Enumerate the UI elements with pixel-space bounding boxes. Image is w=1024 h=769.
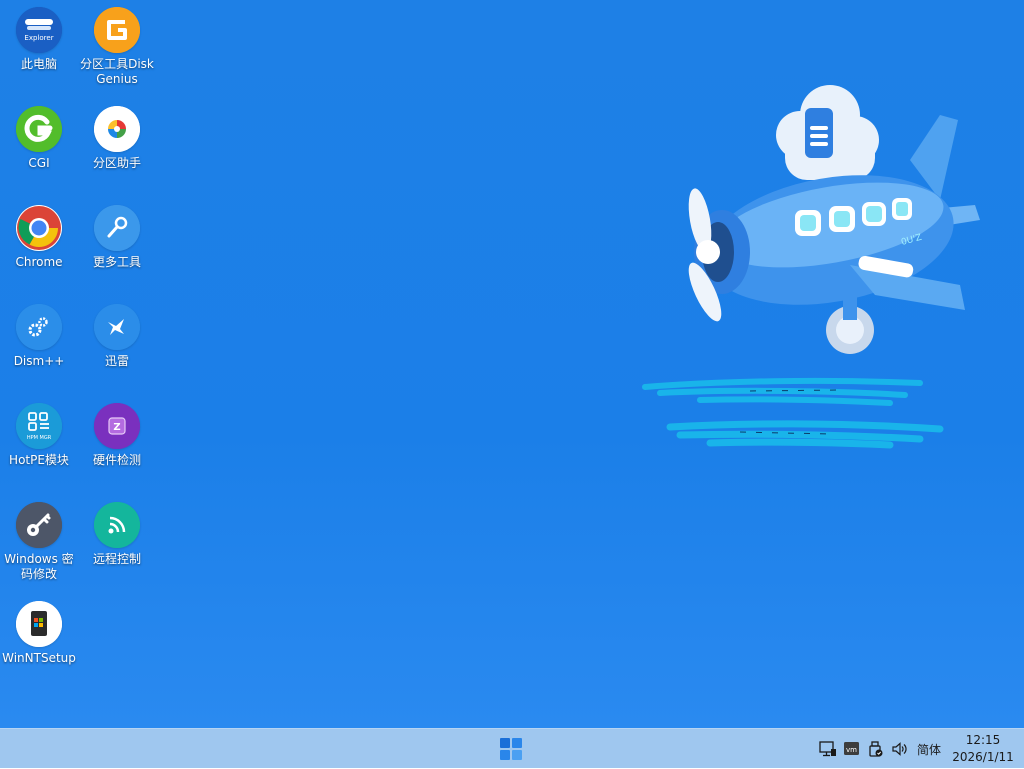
windows-start-icon	[500, 738, 522, 760]
redaction-scribble	[642, 377, 944, 449]
winntsetup-icon	[16, 601, 62, 647]
gears-icon	[16, 304, 62, 350]
explorer-icon: Explorer	[16, 7, 62, 53]
desktop-icon-label: WinNTSetup	[2, 651, 76, 665]
clock-time: 12:15	[965, 733, 1001, 747]
desktop-icon-chrome[interactable]: Chrome	[0, 198, 78, 270]
network-icon[interactable]	[818, 739, 838, 759]
explorer-badge-text: Explorer	[24, 34, 53, 42]
taskbar-clock[interactable]: 12:15 2026/1/11	[952, 732, 1014, 766]
wallpaper-cloud	[776, 85, 879, 180]
cgi-icon	[16, 106, 62, 152]
wallpaper-airplane-illustration: 0U'Z	[688, 85, 980, 354]
desktop-icon-dism[interactable]: Dism++	[0, 297, 78, 369]
chip-icon: Z	[94, 403, 140, 449]
desktop-icon-label: 迅雷	[104, 354, 129, 368]
svg-text:Z: Z	[113, 422, 120, 433]
desktop-icon-hardware-check[interactable]: Z 硬件检测	[78, 396, 156, 468]
clock-date: 2026/1/11	[952, 750, 1014, 764]
hpm-mgr-icon: HPM MGR	[16, 403, 62, 449]
diskgenius-icon	[94, 7, 140, 53]
chrome-icon	[16, 205, 62, 251]
wrench-icon	[94, 205, 140, 251]
desktop-icon-label: HotPE模块	[9, 453, 69, 467]
desktop-icon-diskgenius[interactable]: 分区工具DiskGenius	[78, 0, 156, 87]
vm-icon[interactable]: vm	[842, 739, 862, 759]
system-tray: vm	[816, 729, 912, 769]
desktop-icon-thunder[interactable]: 迅雷	[78, 297, 156, 369]
desktop-icon-this-pc[interactable]: Explorer 此电脑	[0, 0, 78, 72]
desktop-icon-more-tools[interactable]: 更多工具	[78, 198, 156, 270]
desktop-icon-partition-assistant[interactable]: 分区助手	[78, 99, 156, 171]
key-icon	[16, 502, 62, 548]
desktop-icon-label: 分区工具DiskGenius	[80, 57, 154, 86]
remote-control-icon	[94, 502, 140, 548]
thunder-bird-icon	[94, 304, 140, 350]
desktop-icon-label: CGI	[28, 156, 50, 170]
desktop-icon-label: 分区助手	[92, 156, 141, 170]
desktop-icon-label: Chrome	[15, 255, 63, 269]
usb-safe-remove-icon[interactable]	[866, 739, 886, 759]
vm-icon-text: vm	[846, 746, 857, 754]
desktop-icon-label: 远程控制	[92, 552, 141, 566]
desktop-icon-remote-control[interactable]: 远程控制	[78, 495, 156, 567]
desktop-icon-windows-password[interactable]: Windows 密码修改	[0, 495, 78, 582]
desktop-icon-label: Windows 密码修改	[4, 552, 74, 581]
start-button[interactable]	[496, 735, 526, 763]
desktop-icon-label: 此电脑	[20, 57, 57, 71]
desktop-icon-label: 硬件检测	[92, 453, 141, 467]
desktop: Explorer 此电脑 CGI Chrome Dism++ HPM MGR H…	[0, 0, 1024, 728]
desktop-icon-label: Dism++	[13, 354, 65, 368]
desktop-icon-winntsetup[interactable]: WinNTSetup	[0, 594, 78, 666]
taskbar: vm 简体 12:15 2026/1/11	[0, 728, 1024, 768]
hpm-badge-text: HPM MGR	[27, 435, 52, 441]
desktop-icon-cgi[interactable]: CGI	[0, 99, 78, 171]
input-language-indicator[interactable]: 简体	[917, 741, 941, 758]
desktop-icon-label: 更多工具	[92, 255, 141, 269]
volume-icon[interactable]	[890, 739, 910, 759]
partition-assistant-icon	[94, 106, 140, 152]
desktop-icon-hotpe[interactable]: HPM MGR HotPE模块	[0, 396, 78, 468]
